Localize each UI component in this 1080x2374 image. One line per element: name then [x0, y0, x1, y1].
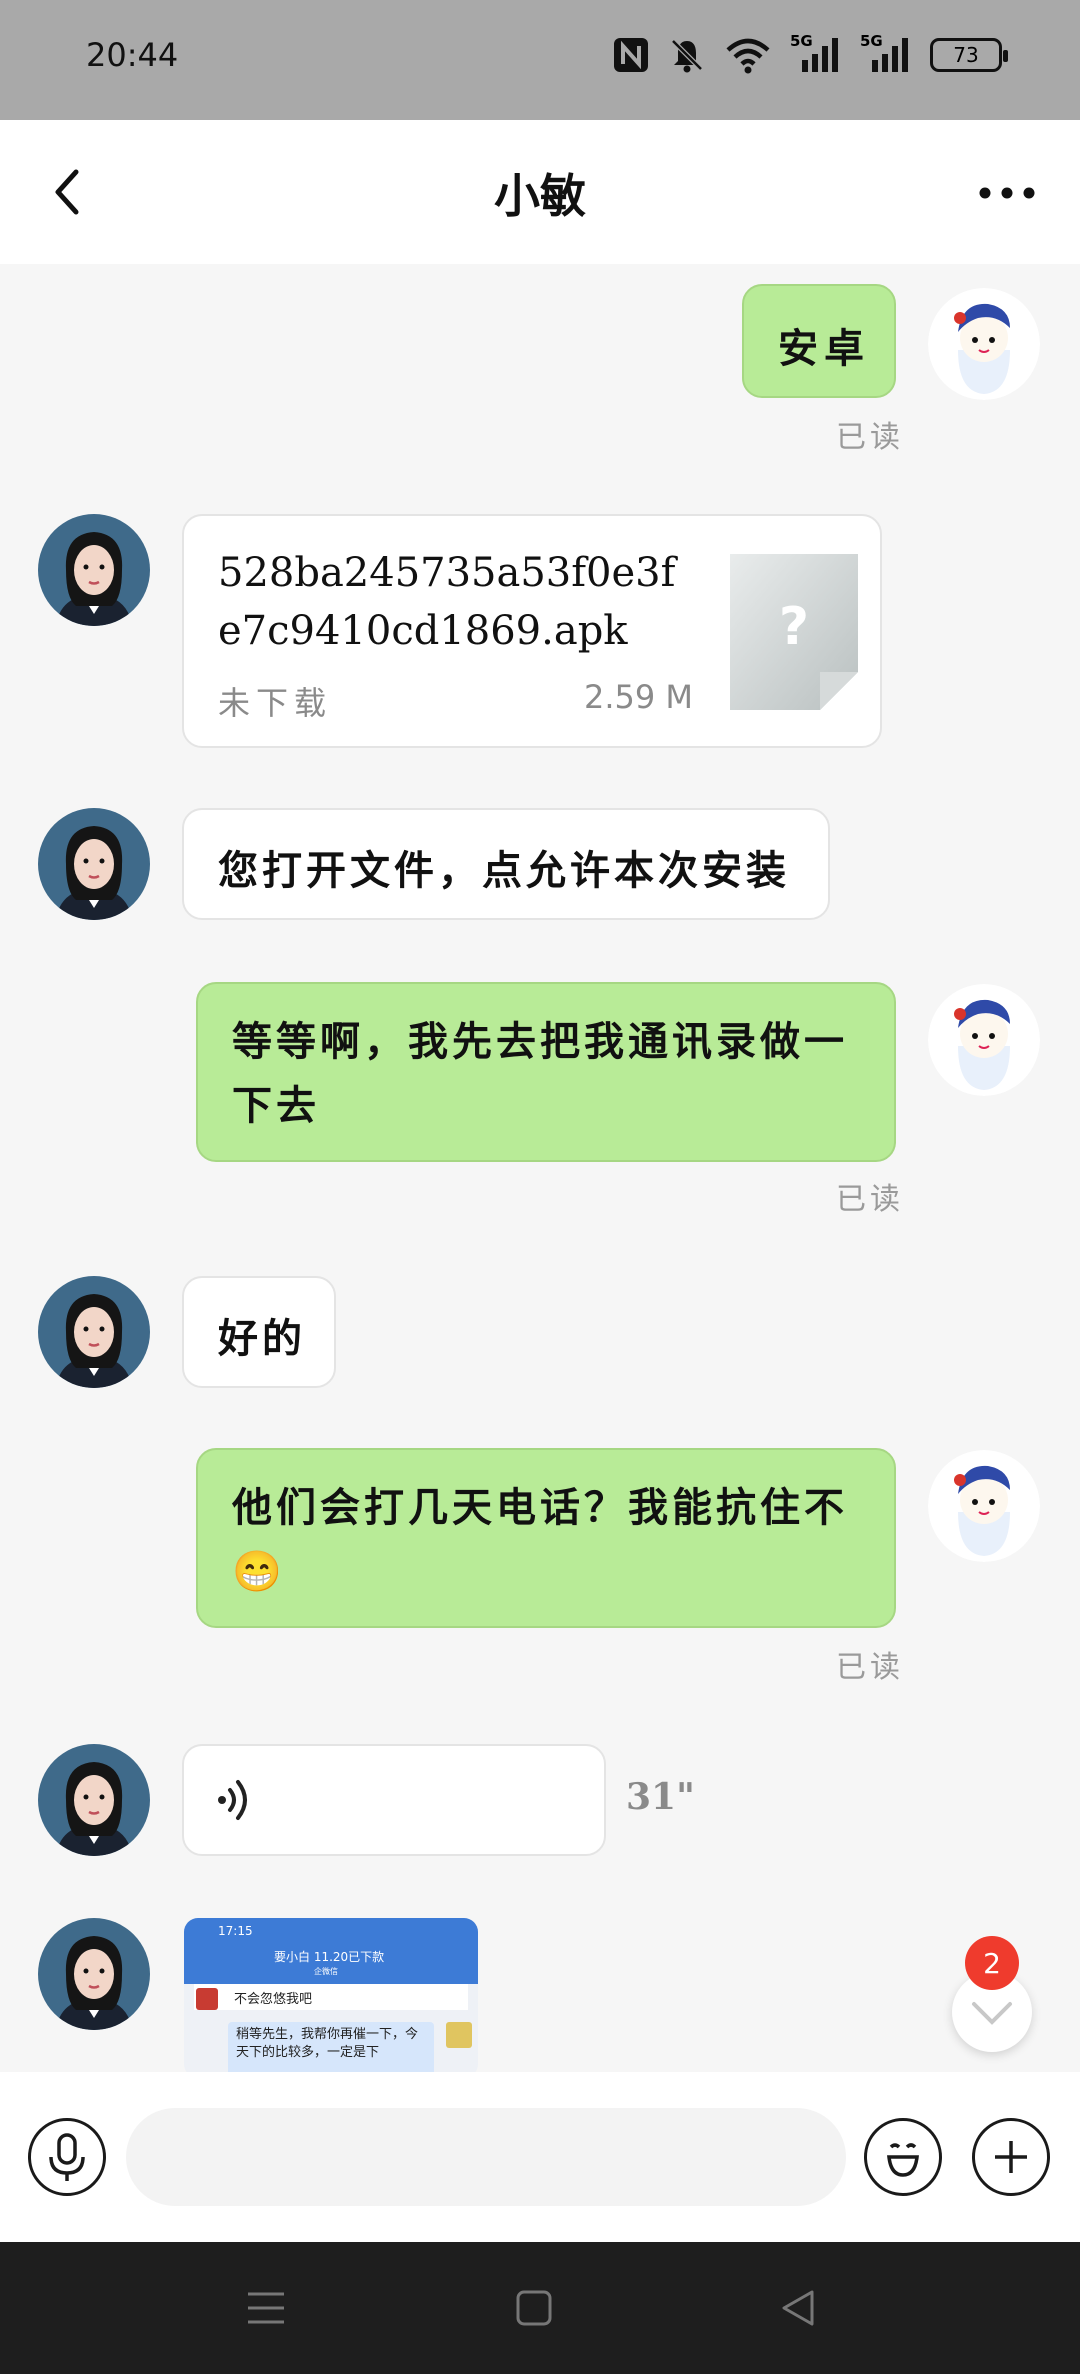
- home-icon[interactable]: [512, 2286, 556, 2330]
- emoji-icon: [887, 2143, 919, 2177]
- battery-icon: 73: [930, 38, 1008, 72]
- add-attachment-button[interactable]: [972, 2118, 1050, 2196]
- my-avatar[interactable]: [928, 288, 1040, 400]
- voice-message-bubble[interactable]: [182, 1744, 606, 1856]
- back-triangle-icon[interactable]: [776, 2286, 820, 2330]
- read-status: 已读: [836, 420, 904, 455]
- my-avatar[interactable]: [928, 1450, 1040, 1562]
- message-text: 他们会打几天电话？我能抗住不😁: [232, 1484, 848, 1595]
- input-bar: [0, 2072, 1080, 2242]
- chat-title: 小敏: [494, 169, 586, 223]
- thumb-header: 17:15 要小白 11.20已下款 企微信: [184, 1918, 478, 1984]
- plus-icon: [995, 2141, 1027, 2173]
- contact-avatar[interactable]: [38, 1276, 150, 1388]
- thumb-sticker: [446, 2022, 472, 2048]
- wifi-icon: [726, 38, 770, 74]
- contact-avatar[interactable]: [38, 1918, 150, 2030]
- chat-messages[interactable]: 安卓 已读 528ba245735a53f0e3fe7c9410cd1869.a…: [0, 264, 1080, 2072]
- thumb-line-1: 不会忽悠我吧: [234, 1992, 313, 2007]
- message-text: 等等啊，我先去把我通讯录做一下去: [232, 1018, 848, 1129]
- thumb-avatar: [196, 1988, 218, 2010]
- signal-1: 5G: [790, 32, 842, 74]
- thumb-time: 17:15: [218, 1924, 253, 1938]
- emoji-button[interactable]: [864, 2118, 942, 2196]
- my-avatar[interactable]: [928, 984, 1040, 1096]
- file-message-card[interactable]: 528ba245735a53f0e3fe7c9410cd1869.apk 未下载…: [182, 514, 882, 748]
- thumb-row-2: 稍等先生，我帮你再催一下，今天下的比较多，一定是下: [228, 2022, 434, 2072]
- svg-text:?: ?: [779, 597, 809, 657]
- image-message-thumbnail[interactable]: 17:15 要小白 11.20已下款 企微信 不会忽悠我吧 稍等先生，我帮你再催…: [184, 1918, 478, 2072]
- message-bubble[interactable]: 他们会打几天电话？我能抗住不😁: [196, 1448, 896, 1628]
- message-text: 您打开文件，点允许本次安装: [218, 847, 790, 894]
- thumb-line-3: 下: [366, 2045, 380, 2060]
- status-time: 20:44: [86, 36, 179, 74]
- contact-avatar[interactable]: [38, 514, 150, 626]
- thumb-row-1: 不会忽悠我吧: [194, 1984, 468, 2010]
- chat-header: 小敏: [0, 120, 1080, 264]
- unread-badge: 2: [965, 1936, 1019, 1990]
- nfc-icon: [614, 38, 648, 72]
- read-status: 已读: [836, 1182, 904, 1217]
- message-bubble[interactable]: 好的: [182, 1276, 336, 1388]
- unknown-file-icon: ?: [730, 554, 858, 710]
- message-bubble[interactable]: 安卓: [742, 284, 896, 398]
- message-bubble[interactable]: 等等啊，我先去把我通讯录做一下去: [196, 982, 896, 1162]
- file-name: 528ba245735a53f0e3fe7c9410cd1869.apk: [218, 550, 676, 654]
- microphone-icon: [49, 2133, 85, 2181]
- signal-icon: [802, 38, 838, 72]
- signal-2: 5G: [860, 32, 912, 74]
- voice-wave-icon: [218, 1780, 247, 1820]
- message-input[interactable]: [126, 2108, 846, 2206]
- voice-duration: 31": [626, 1776, 695, 1818]
- more-horizontal-icon[interactable]: [972, 168, 1042, 218]
- signal-icon: [872, 38, 908, 72]
- voice-input-button[interactable]: [28, 2118, 106, 2196]
- read-status: 已读: [836, 1650, 904, 1685]
- contact-avatar[interactable]: [38, 1744, 150, 1856]
- battery-level: 73: [953, 43, 979, 67]
- thumb-line-2: 稍等先生，我帮你再催一下，今天下的比较多，一定是: [236, 2027, 419, 2060]
- contact-avatar[interactable]: [38, 808, 150, 920]
- file-download-status: 未下载: [218, 684, 333, 722]
- status-icons: 5G 5G 73: [612, 32, 1008, 74]
- message-bubble[interactable]: 您打开文件，点允许本次安装: [182, 808, 830, 920]
- message-text: 安卓: [778, 325, 870, 372]
- file-size: 2.59 M: [584, 678, 694, 716]
- system-navigation-bar: [0, 2242, 1080, 2374]
- mute-icon: [671, 39, 703, 73]
- thumb-title: 要小白 11.20已下款: [274, 1950, 385, 1964]
- thumb-subtitle: 企微信: [314, 1967, 338, 1976]
- status-bar: 20:44 5G 5G 73: [0, 0, 1080, 120]
- menu-icon[interactable]: [244, 2286, 288, 2330]
- message-text: 好的: [218, 1315, 306, 1362]
